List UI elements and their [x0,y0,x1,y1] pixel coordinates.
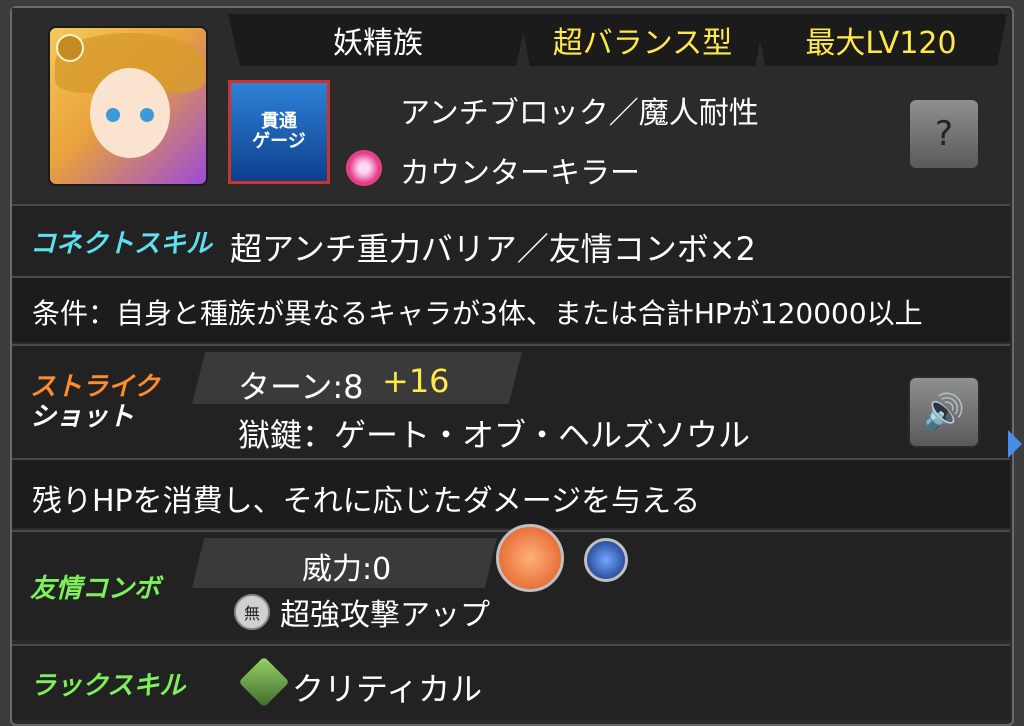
unlimited-badge-icon: 無 [234,594,270,630]
strike-shot-section: ストライク ショット ターン:8 +16 獄鍵：ゲート・オブ・ヘルズソウル 🔊 … [12,344,1010,528]
pierce-gauge-icon: 貫通 ゲージ [228,80,330,184]
voice-button[interactable]: 🔊 [908,376,980,448]
power-up-icon [496,524,564,592]
race-tag: 妖精族 [228,14,528,66]
luck-skill-name: クリティカル [292,670,483,708]
friendship-combo-label: 友情コンボ [30,573,161,604]
strike-shot-name: 獄鍵：ゲート・オブ・ヘルズソウル [238,416,751,454]
strike-turn-bonus: +16 [382,362,450,400]
portrait-eye-left [106,108,120,122]
portrait-face [90,68,170,158]
strike-shot-label: ストライク ショット [12,346,159,458]
pierce-gauge-label-bottom: ゲージ [252,131,306,152]
strike-shot-label-top: ストライク [30,372,160,402]
next-arrow-icon[interactable] [1008,430,1022,458]
connect-skill-condition-row: 条件：自身と種族が異なるキャラが3体、または合計HPが120000以上 [12,276,1010,342]
gauge-gem-icon [346,150,382,186]
friendship-power: 威力:0 [302,552,392,587]
help-button[interactable]: ? [908,98,980,170]
strike-shot-label-bottom: ショット [30,402,135,432]
connect-skill-section: コネクトスキル 超アンチ重力バリア／友情コンボ×2 条件：自身と種族が異なるキャ… [12,204,1010,342]
strike-shot-description-row: 残りHPを消費し、それに応じたダメージを与える [12,458,1010,528]
gate-icon [584,538,628,582]
connect-skill-name: 超アンチ重力バリア／友情コンボ×2 [230,230,756,268]
max-level-tag: 最大LV120 [755,14,1007,66]
pierce-gauge-label-top: 貫通 [260,111,297,132]
friendship-combo-name: 超強攻撃アップ [280,598,490,633]
ability-line-2: カウンターキラー [400,156,640,191]
strike-turn: ターン:8 [238,368,364,406]
strike-shot-description: 残りHPを消費し、それに応じたダメージを与える [32,484,701,519]
luck-skill-section: ラックスキル クリティカル [12,644,1010,720]
connect-skill-condition: 条件：自身と種族が異なるキャラが3体、または合計HPが120000以上 [32,297,923,330]
connect-skill-label: コネクトスキル [30,228,213,259]
friendship-combo-section: 友情コンボ 威力:0 無 超強攻撃アップ [12,524,1010,640]
element-badge-icon [56,34,84,62]
ability-line-1: アンチブロック／魔人耐性 [400,96,759,131]
question-icon: ? [934,114,954,154]
luck-skill-label: ラックスキル [30,670,186,701]
sword-icon [238,656,290,708]
speaker-icon: 🔊 [922,392,966,432]
type-tag: 超バランス型 [520,14,765,66]
portrait-eye-right [140,108,154,122]
